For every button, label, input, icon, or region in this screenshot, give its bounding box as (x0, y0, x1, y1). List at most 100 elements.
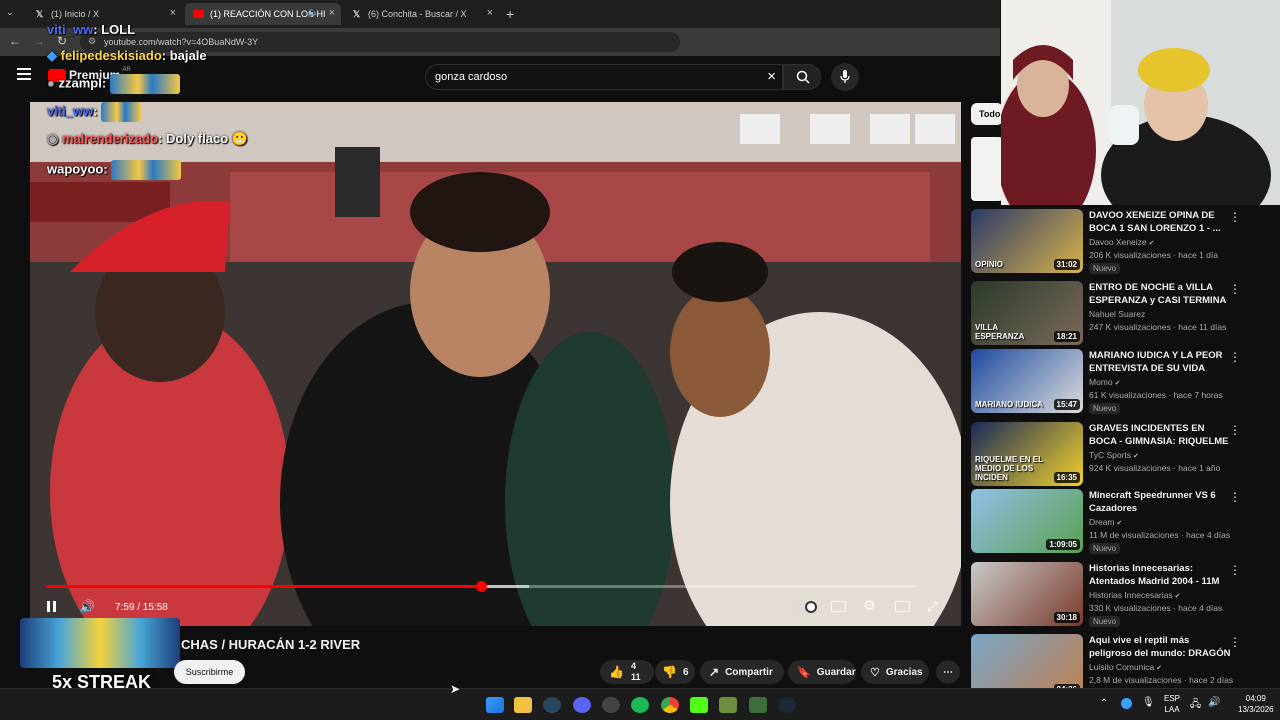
dislike-count: 6 (682, 666, 689, 678)
theater-mode-icon[interactable] (895, 601, 910, 612)
progress-fill (46, 585, 481, 588)
chat-message: wapoyoo: (47, 160, 182, 180)
video-title[interactable]: Aqui vive el reptil más peligroso del mu… (1089, 634, 1234, 660)
channel-name[interactable]: TyC Sports ✔ (1089, 450, 1139, 460)
video-thumbnail[interactable]: MARIANO IUDICA 15:47 (971, 349, 1083, 413)
video-title[interactable]: ENTRO DE NOCHE a VILLA ESPERANZA y CASI … (1089, 281, 1234, 307)
speaker-icon[interactable]: 🔊 (1208, 697, 1220, 708)
recommended-video[interactable]: 1:09:05 Minecraft Speedrunner VS 6 Cazado… (971, 489, 1261, 554)
new-badge: Nuevo (1089, 403, 1121, 414)
badge-icon: ◉ (47, 131, 59, 146)
like-button[interactable]: 👍 4 11 (600, 660, 654, 684)
video-title[interactable]: GRAVES INCIDENTES EN BOCA - GIMNASIA: RI… (1089, 422, 1234, 448)
recommended-video[interactable]: RIQUELME EN EL MEDIO DE LOS INCIDEN 16:35… (971, 422, 1261, 486)
channel-name[interactable]: Luisito Comunica ✔ (1089, 662, 1162, 672)
autoplay-toggle[interactable] (795, 601, 817, 613)
file-explorer-icon[interactable] (514, 697, 532, 713)
more-vertical-icon[interactable]: ⋮ (1229, 423, 1241, 437)
close-tab-icon[interactable]: × (487, 7, 493, 19)
channel-name[interactable]: Historias Innecesarias ✔ (1089, 590, 1180, 600)
settings-gear-icon[interactable]: ⚙ (863, 597, 876, 614)
input-language[interactable]: ESP LAA (1164, 693, 1180, 715)
recommended-video[interactable]: 30:18 Historias Innecesarias: Atentados M… (971, 562, 1261, 627)
back-arrow-icon[interactable]: ← (9, 34, 21, 48)
dislike-button[interactable]: 👎 6 (655, 660, 695, 684)
tray-app-icon[interactable] (1121, 698, 1132, 709)
kick-icon[interactable] (690, 697, 708, 713)
minecraft-launcher-icon[interactable] (749, 697, 767, 713)
minecraft-icon[interactable] (719, 697, 737, 713)
windows-start-icon[interactable] (486, 697, 504, 713)
more-vertical-icon[interactable]: ⋮ (1229, 282, 1241, 296)
recommended-video[interactable]: MARIANO IUDICA 15:47 MARIANO IUDICA Y LA P… (971, 349, 1261, 414)
tray-chevron-icon[interactable]: ⌃ (1100, 698, 1108, 709)
filter-chip-all[interactable]: Todo (971, 103, 1003, 125)
video-thumbnail[interactable]: OPINIO 31:02 (971, 209, 1083, 273)
forward-arrow-icon[interactable]: → (33, 34, 45, 48)
steam-app-icon[interactable] (778, 697, 796, 713)
channel-name[interactable]: Davoo Xeneize ✔ (1089, 237, 1154, 247)
more-vertical-icon[interactable]: ⋮ (1229, 490, 1241, 504)
more-vertical-icon[interactable]: ⋮ (1229, 350, 1241, 364)
thanks-button[interactable]: ♡ Gracias (861, 660, 929, 684)
close-tab-icon[interactable]: × (170, 7, 176, 19)
emote-image (111, 160, 182, 180)
clear-search-icon[interactable]: × (767, 68, 776, 85)
video-player[interactable] (30, 102, 961, 626)
discord-icon[interactable] (573, 697, 591, 713)
recommended-video[interactable]: OPINIO 31:02 DAVOO XENEIZE OPINA DE BOCA 1… (971, 209, 1261, 274)
audio-playing-icon[interactable]: 🔈 (308, 7, 319, 18)
steam-icon[interactable] (543, 697, 561, 713)
voice-search-button[interactable] (831, 63, 859, 91)
search-input[interactable]: gonza cardoso × (425, 64, 783, 90)
verified-check-icon: ✔ (1172, 593, 1181, 600)
subtitles-icon[interactable] (831, 601, 846, 612)
site-info-icon[interactable]: ⚙ (88, 36, 96, 47)
progress-bar[interactable] (46, 581, 916, 592)
video-title[interactable]: Minecraft Speedrunner VS 6 Cazadores (1089, 489, 1234, 515)
pause-button[interactable] (46, 600, 58, 613)
video-thumbnail[interactable]: 30:18 (971, 562, 1083, 626)
network-icon[interactable]: 🖧 (1190, 697, 1201, 714)
microphone-tray-icon[interactable]: 🎙 (1142, 697, 1155, 708)
video-title[interactable]: MARIANO IUDICA Y LA PEOR ENTREVISTA DE S… (1089, 349, 1234, 375)
fullscreen-icon[interactable]: ⤢ (927, 599, 937, 615)
channel-name[interactable]: Dream ✔ (1089, 517, 1122, 527)
subscribe-button[interactable]: Suscribirme (174, 660, 245, 684)
volume-icon[interactable]: 🔊 (79, 599, 95, 615)
more-actions-button[interactable]: ⋯ (936, 660, 960, 684)
scrubber-handle[interactable] (476, 581, 487, 592)
system-clock[interactable]: 04:09 13/3/2026 (1238, 693, 1274, 715)
country-code: AR (122, 67, 131, 73)
channel-name[interactable]: Momo ✔ (1089, 377, 1120, 387)
more-vertical-icon[interactable]: ⋮ (1229, 210, 1241, 224)
thanks-heart-icon: ♡ (870, 666, 880, 679)
close-tab-icon[interactable]: × (329, 7, 335, 19)
recommended-video[interactable]: VILLA ESPERANZA 18:21 ENTRO DE NOCHE a VIL… (971, 281, 1261, 345)
share-label: Compartir (725, 666, 773, 678)
spotify-icon[interactable] (631, 697, 649, 713)
video-duration: 1:09:05 (1046, 539, 1080, 550)
more-vertical-icon[interactable]: ⋮ (1229, 635, 1241, 649)
obs-icon[interactable] (602, 697, 620, 713)
channel-name[interactable]: Nahuel Suarez (1089, 309, 1145, 319)
video-title[interactable]: Historias Innecesarias: Atentados Madrid… (1089, 562, 1234, 588)
tab-youtube-active[interactable]: (1) REACCIÓN CON LOS HI 🔈 × (185, 3, 341, 25)
tab-list-chevron-icon[interactable]: ⌄ (6, 7, 20, 21)
search-button[interactable] (783, 64, 821, 90)
autoplay-icon (805, 601, 817, 613)
new-tab-icon[interactable]: + (506, 6, 514, 22)
more-vertical-icon[interactable]: ⋮ (1229, 563, 1241, 577)
hamburger-menu-icon[interactable] (17, 68, 31, 80)
video-thumbnail[interactable]: 1:09:05 (971, 489, 1083, 553)
video-thumbnail[interactable]: VILLA ESPERANZA 18:21 (971, 281, 1083, 345)
webcam-frame (1001, 0, 1280, 205)
ad-thumbnail[interactable] (971, 137, 1003, 201)
chrome-icon[interactable] (661, 697, 679, 713)
video-title[interactable]: DAVOO XENEIZE OPINA DE BOCA 1 SAN LORENZ… (1089, 209, 1234, 235)
video-thumbnail[interactable]: RIQUELME EN EL MEDIO DE LOS INCIDEN 16:35 (971, 422, 1083, 486)
tab-x-search[interactable]: 𝕏 (6) Conchita - Buscar / X × (343, 3, 499, 25)
share-button[interactable]: ↗ Compartir (700, 660, 784, 684)
microphone-icon (840, 70, 850, 83)
save-button[interactable]: 🔖 Guardar (788, 660, 856, 684)
